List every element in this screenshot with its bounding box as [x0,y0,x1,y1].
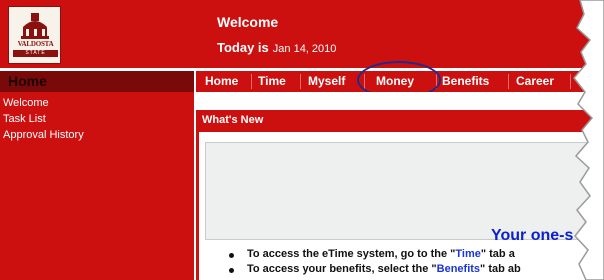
torn-edge-overlay [573,0,604,280]
portal-window: VALDOSTA STATE Welcome Today is Jan 14, 2… [0,0,604,280]
